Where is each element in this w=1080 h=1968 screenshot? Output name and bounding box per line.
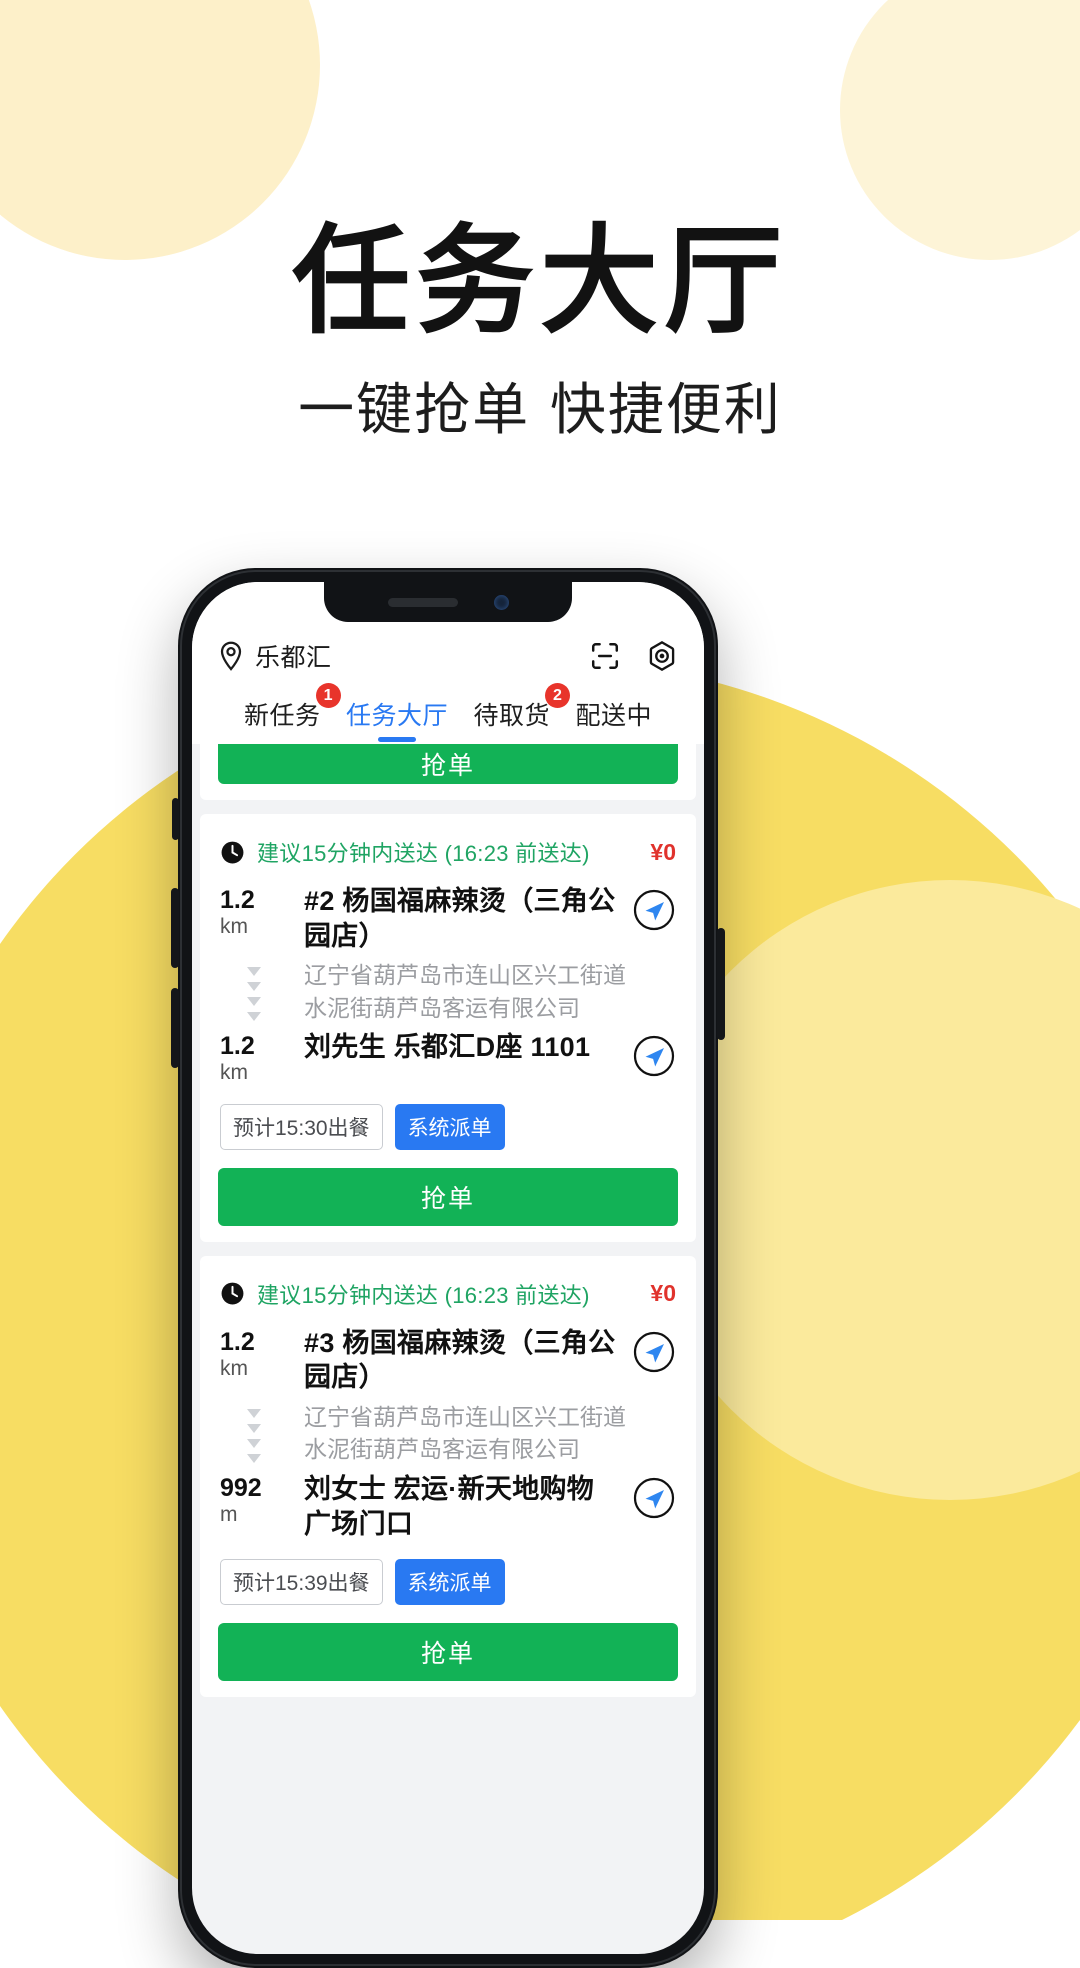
route-arrows-icon xyxy=(220,959,288,1023)
eta-text: 建议15分钟内送达 (16:23 前送达) xyxy=(257,1282,590,1308)
phone-volume-down-button xyxy=(171,988,179,1068)
scan-icon[interactable] xyxy=(590,641,620,671)
phone-notch xyxy=(324,582,572,622)
tab-label: 新任务 xyxy=(244,702,321,730)
pickup-body: #2 杨国福麻辣烫（三角公园店） xyxy=(304,884,616,953)
task-list[interactable]: 抢单 建议15分钟内送达 (16:23 前送达) ¥0 1.2 km #2 杨国… xyxy=(192,744,704,1880)
hero-section: 任务大厅 一键抢单 快捷便利 xyxy=(0,215,1080,444)
distance-unit: km xyxy=(220,1061,248,1085)
front-camera xyxy=(493,594,509,610)
pickup-distance: 1.2 km xyxy=(220,1326,288,1381)
tab-new-tasks[interactable]: 新任务 1 xyxy=(240,683,341,744)
grab-order-button[interactable]: 抢单 xyxy=(218,744,678,784)
dropoff-distance: 1.2 km xyxy=(220,1030,288,1085)
pickup-leg: 1.2 km #3 杨国福麻辣烫（三角公园店） xyxy=(218,1322,678,1399)
dispatch-type-tag: 系统派单 xyxy=(394,1103,505,1150)
prep-time-tag: 预计15:30出餐 xyxy=(220,1103,383,1150)
navigate-icon[interactable] xyxy=(632,1326,676,1374)
tab-label: 待取货 xyxy=(473,702,550,730)
task-card-header: 建议15分钟内送达 (16:23 前送达) ¥0 xyxy=(218,814,678,880)
navigate-icon[interactable] xyxy=(632,1030,676,1078)
dispatch-type-tag: 系统派单 xyxy=(394,1559,505,1606)
task-card-clipped: 抢单 xyxy=(200,744,696,800)
distance-value: 1.2 xyxy=(220,1327,255,1356)
target-icon[interactable] xyxy=(646,640,678,672)
clock-icon xyxy=(220,840,245,865)
task-card[interactable]: 建议15分钟内送达 (16:23 前送达) ¥0 1.2 km #3 杨国福麻辣… xyxy=(200,1255,696,1698)
pickup-body: #3 杨国福麻辣烫（三角公园店） xyxy=(304,1326,616,1395)
distance-unit: km xyxy=(220,915,248,938)
phone-mockup: 乐都汇 新任务 1 任务大厅 待取货 2 配送中 抢单 建议15分钟内送达 (1… xyxy=(171,568,725,1968)
tag-row: 预计15:30出餐 系统派单 xyxy=(218,1090,678,1164)
pickup-distance: 1.2 km xyxy=(220,884,288,939)
tab-bar: 新任务 1 任务大厅 待取货 2 配送中 xyxy=(218,674,678,744)
tab-badge: 1 xyxy=(315,683,341,708)
tab-awaiting-pickup[interactable]: 待取货 2 xyxy=(469,683,570,744)
map-pin-icon xyxy=(218,641,244,671)
distance-unit: m xyxy=(220,1503,238,1526)
clock-icon xyxy=(220,1281,245,1306)
location-row: 乐都汇 xyxy=(218,638,678,674)
dropoff-title: 刘先生 乐都汇D座 1101 xyxy=(304,1032,591,1063)
grab-order-button[interactable]: 抢单 xyxy=(218,1167,678,1226)
distance-value: 1.2 xyxy=(220,886,255,914)
task-card[interactable]: 建议15分钟内送达 (16:23 前送达) ¥0 1.2 km #2 杨国福麻辣… xyxy=(200,814,696,1242)
page-title: 任务大厅 xyxy=(291,212,788,350)
location-group[interactable]: 乐都汇 xyxy=(218,638,332,674)
tag-row: 预计15:39出餐 系统派单 xyxy=(218,1545,678,1619)
pickup-address: 辽宁省葫芦岛市连山区兴工街道水泥街葫芦岛客运有限公司 xyxy=(304,1403,626,1463)
distance-unit: km xyxy=(220,1356,248,1380)
location-name: 乐都汇 xyxy=(255,644,332,672)
pickup-leg: 1.2 km #2 杨国福麻辣烫（三角公园店） xyxy=(218,880,678,957)
prep-time-tag: 预计15:39出餐 xyxy=(220,1559,383,1606)
pickup-address-row: 辽宁省葫芦岛市连山区兴工街道水泥街葫芦岛客运有限公司 xyxy=(218,1399,678,1468)
dropoff-leg: 1.2 km 刘先生 乐都汇D座 1101 xyxy=(218,1026,678,1089)
page-subtitle: 一键抢单 快捷便利 xyxy=(298,378,782,444)
tab-active-underline xyxy=(377,737,416,742)
phone-power-button xyxy=(717,928,725,1040)
pickup-address: 辽宁省葫芦岛市连山区兴工街道水泥街葫芦岛客运有限公司 xyxy=(304,962,626,1021)
distance-value: 992 xyxy=(220,1474,262,1502)
eta-group: 建议15分钟内送达 (16:23 前送达) xyxy=(220,1278,590,1310)
phone-mute-switch xyxy=(172,798,179,840)
navigate-icon[interactable] xyxy=(632,1472,676,1520)
tab-delivering[interactable]: 配送中 xyxy=(571,696,656,744)
pickup-title: #3 杨国福麻辣烫（三角公园店） xyxy=(304,1327,616,1393)
dropoff-leg: 992 m 刘女士 宏运·新天地购物广场门口 xyxy=(218,1468,678,1545)
earpiece-speaker xyxy=(387,597,458,607)
tab-label: 配送中 xyxy=(575,702,652,730)
eta-group: 建议15分钟内送达 (16:23 前送达) xyxy=(220,836,590,868)
order-price: ¥0 xyxy=(650,1280,676,1307)
eta-text: 建议15分钟内送达 (16:23 前送达) xyxy=(257,841,590,866)
tab-label: 任务大厅 xyxy=(345,702,448,730)
grab-order-button[interactable]: 抢单 xyxy=(218,1623,678,1682)
distance-value: 1.2 xyxy=(220,1032,255,1061)
phone-screen: 乐都汇 新任务 1 任务大厅 待取货 2 配送中 抢单 建议15分钟内送达 (1… xyxy=(192,582,704,1954)
tab-badge: 2 xyxy=(544,683,570,708)
dropoff-title: 刘女士 宏运·新天地购物广场门口 xyxy=(304,1474,595,1539)
pickup-title: #2 杨国福麻辣烫（三角公园店） xyxy=(304,886,616,951)
tab-task-hall[interactable]: 任务大厅 xyxy=(342,696,452,744)
dropoff-distance: 992 m xyxy=(220,1472,288,1527)
task-card-header: 建议15分钟内送达 (16:23 前送达) ¥0 xyxy=(218,1256,678,1322)
dropoff-body: 刘女士 宏运·新天地购物广场门口 xyxy=(304,1472,616,1541)
pickup-address-row: 辽宁省葫芦岛市连山区兴工街道水泥街葫芦岛客运有限公司 xyxy=(218,957,678,1026)
order-price: ¥0 xyxy=(650,838,676,865)
dropoff-body: 刘先生 乐都汇D座 1101 xyxy=(304,1030,616,1065)
navigate-icon[interactable] xyxy=(632,884,676,932)
header-icons xyxy=(590,640,678,672)
phone-volume-up-button xyxy=(171,888,179,968)
route-arrows-icon xyxy=(220,1401,288,1465)
